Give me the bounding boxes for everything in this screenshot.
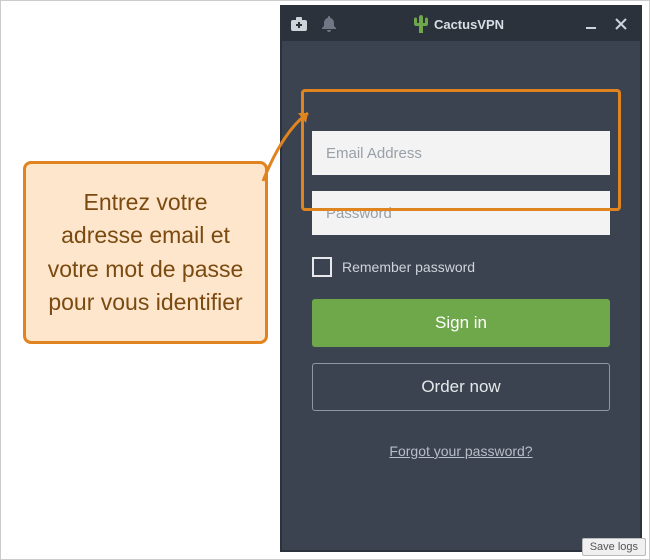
minimize-button[interactable] bbox=[578, 13, 604, 35]
save-logs-button[interactable]: Save logs bbox=[582, 538, 646, 556]
annotation-callout: Entrez votre adresse email et votre mot … bbox=[23, 161, 268, 344]
email-input[interactable] bbox=[312, 131, 610, 175]
medkit-icon[interactable] bbox=[288, 13, 310, 35]
bell-icon[interactable] bbox=[318, 13, 340, 35]
password-input[interactable] bbox=[312, 191, 610, 235]
close-button[interactable] bbox=[608, 13, 634, 35]
brand-logo-icon bbox=[414, 15, 428, 33]
titlebar: CactusVPN bbox=[282, 7, 640, 41]
login-form: Remember password Sign in Order now Forg… bbox=[282, 41, 640, 550]
callout-text: Entrez votre adresse email et votre mot … bbox=[48, 189, 244, 315]
app-window: CactusVPN Remember password Sign in Orde… bbox=[281, 6, 641, 551]
remember-checkbox[interactable] bbox=[312, 257, 332, 277]
sign-in-button[interactable]: Sign in bbox=[312, 299, 610, 347]
remember-label: Remember password bbox=[342, 259, 475, 275]
forgot-password-link[interactable]: Forgot your password? bbox=[389, 443, 532, 459]
brand-name: CactusVPN bbox=[434, 17, 504, 32]
order-now-button[interactable]: Order now bbox=[312, 363, 610, 411]
